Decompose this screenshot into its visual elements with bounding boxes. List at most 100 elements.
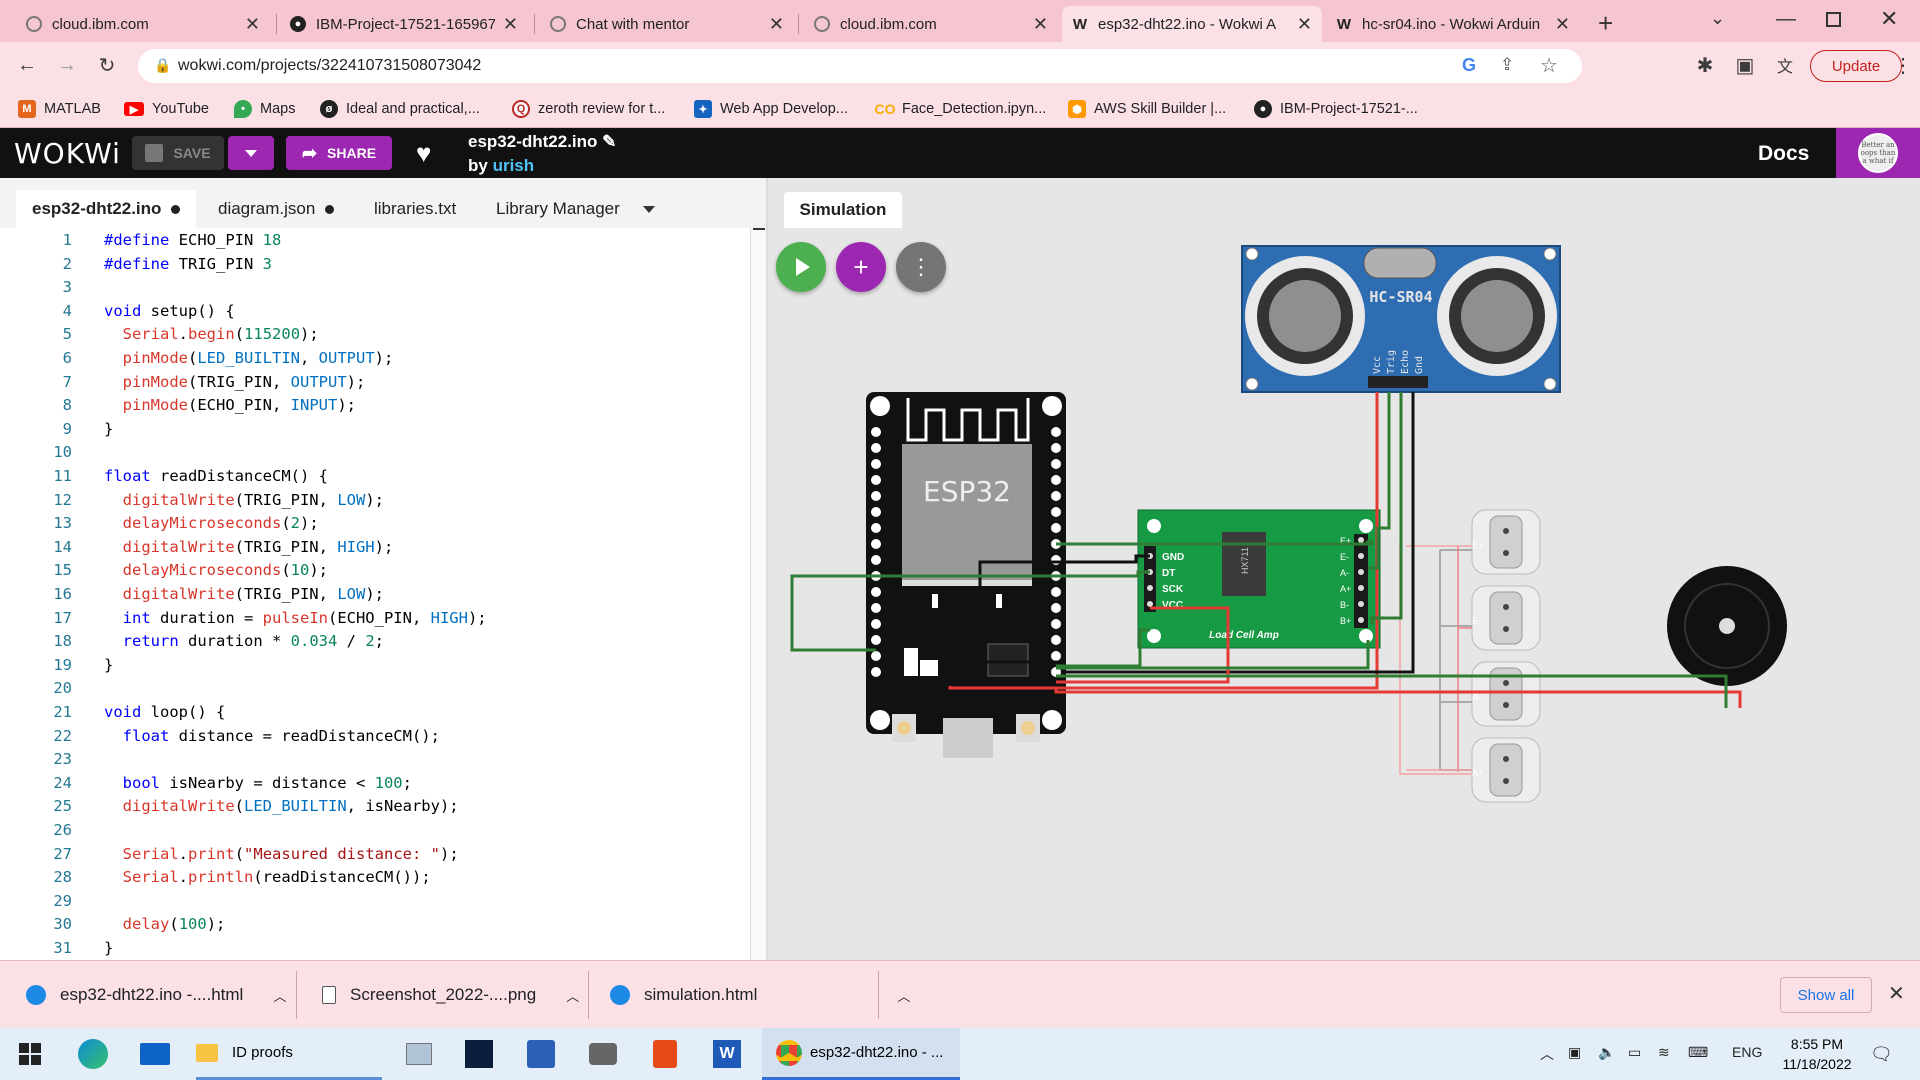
- download-item[interactable]: esp32-dht22.ino -....html ︿: [26, 961, 286, 1029]
- code-line[interactable]: 16 digitalWrite(TRIG_PIN, LOW);: [0, 582, 760, 606]
- chevron-up-icon[interactable]: ︿: [273, 986, 286, 1005]
- clock[interactable]: 8:55 PM 11/18/2022: [1774, 1034, 1860, 1074]
- share-page-icon[interactable]: ⇪: [1500, 55, 1514, 75]
- code-line[interactable]: 10: [0, 440, 760, 464]
- tab-search-chevron-icon[interactable]: ⌄: [1710, 8, 1725, 29]
- code-line[interactable]: 7 pinMode(TRIG_PIN, OUTPUT);: [0, 370, 760, 394]
- pencil-icon[interactable]: ✎: [602, 132, 616, 151]
- taskbar-app-chrome[interactable]: esp32-dht22.ino - ...: [762, 1028, 960, 1080]
- code-line[interactable]: 8 pinMode(ECHO_PIN, INPUT);: [0, 393, 760, 417]
- close-window-button[interactable]: ✕: [1880, 6, 1898, 32]
- show-all-button[interactable]: Show all: [1780, 977, 1872, 1013]
- code-line[interactable]: 14 digitalWrite(TRIG_PIN, HIGH);: [0, 535, 760, 559]
- bookmark-youtube[interactable]: ▶ YouTube: [124, 98, 209, 120]
- code-line[interactable]: 31}: [0, 936, 760, 960]
- code-line[interactable]: 4 void setup() {: [0, 299, 760, 323]
- heart-icon[interactable]: ♥: [416, 138, 431, 169]
- side-panel-icon[interactable]: ▣: [1730, 50, 1760, 80]
- bookmark-quora[interactable]: Qzeroth review for t...: [512, 98, 665, 120]
- new-tab-button[interactable]: +: [1598, 8, 1613, 39]
- close-tab-icon[interactable]: ✕: [1297, 14, 1312, 35]
- code-line[interactable]: 5 Serial.begin(115200);: [0, 322, 760, 346]
- tabs-overflow-caret-icon[interactable]: [643, 206, 655, 213]
- office-icon[interactable]: [642, 1028, 688, 1080]
- forward-arrow-icon[interactable]: →: [52, 50, 82, 80]
- code-editor[interactable]: 1 #define ECHO_PIN 18 2 #define TRIG_PIN 3 3…: [0, 228, 766, 960]
- chevron-up-icon[interactable]: ︿: [566, 986, 579, 1005]
- code-line[interactable]: 21 void loop() {: [0, 700, 760, 724]
- code-line[interactable]: 13 delayMicroseconds(2);: [0, 511, 760, 535]
- browser-tab[interactable]: Chat with mentor ✕: [540, 6, 794, 42]
- battery-icon[interactable]: ▭: [1628, 1044, 1641, 1061]
- camera-icon[interactable]: [580, 1028, 626, 1080]
- word-icon[interactable]: W: [704, 1028, 750, 1080]
- bookmark-matlab[interactable]: M MATLAB: [18, 98, 101, 120]
- save-dropdown-button[interactable]: [228, 136, 274, 170]
- code-line[interactable]: 26: [0, 818, 760, 842]
- browser-tab[interactable]: W hc-sr04.ino - Wokwi Arduin ✕: [1326, 6, 1580, 42]
- code-line[interactable]: 20: [0, 676, 760, 700]
- user-avatar-button[interactable]: Better an oops than a what if: [1836, 128, 1920, 178]
- notifications-icon[interactable]: 🗨: [1870, 1044, 1893, 1065]
- keyboard-icon[interactable]: ⌨: [1688, 1044, 1708, 1061]
- code-line[interactable]: 23: [0, 747, 760, 771]
- volume-icon[interactable]: 🔈: [1598, 1044, 1615, 1061]
- browser-tab-active[interactable]: W esp32-dht22.ino - Wokwi A ✕: [1062, 6, 1322, 42]
- bookmark-ideal[interactable]: ø Ideal and practical,...: [320, 98, 480, 120]
- code-line[interactable]: 2 #define TRIG_PIN 3: [0, 252, 760, 276]
- circuit-canvas[interactable]: HC-SR04 Vcc Trig Echo Gnd E+ E- A- A+ GN…: [768, 178, 1920, 960]
- code-line[interactable]: 17 int duration = pulseIn(ECHO_PIN, HIGH…: [0, 606, 760, 630]
- download-item[interactable]: simulation.html ︿: [610, 961, 910, 1029]
- mail-icon[interactable]: [132, 1028, 178, 1080]
- tab-sketch-file[interactable]: esp32-dht22.ino: [16, 190, 197, 228]
- extensions-icon[interactable]: ✱: [1690, 50, 1720, 80]
- show-hidden-icons-chevron-icon[interactable]: ︿: [1540, 1044, 1554, 1064]
- code-line[interactable]: 6 pinMode(LED_BUILTIN, OUTPUT);: [0, 346, 760, 370]
- bookmark-star-icon[interactable]: ☆: [1540, 53, 1558, 78]
- wifi-icon[interactable]: ≋: [1658, 1044, 1670, 1061]
- bookmark-maps[interactable]: • Maps: [234, 98, 295, 120]
- chevron-up-icon[interactable]: ︿: [897, 986, 910, 1005]
- close-downloads-icon[interactable]: ✕: [1888, 981, 1905, 1006]
- hx711-module[interactable]: GND DT SCK VCC HX711 Load Cell Amp E+ E-…: [1137, 509, 1381, 649]
- tab-diagram-json[interactable]: diagram.json: [202, 190, 350, 228]
- bookmark-webapp[interactable]: ✦ Web App Develop...: [694, 98, 848, 120]
- close-tab-icon[interactable]: ✕: [245, 14, 260, 35]
- load-cells[interactable]: E+ E- A- A+: [1399, 509, 1541, 803]
- code-line[interactable]: 28 Serial.println(readDistanceCM());: [0, 865, 760, 889]
- reload-icon[interactable]: ↻: [92, 50, 122, 80]
- store-icon[interactable]: [518, 1028, 564, 1080]
- code-line[interactable]: 25 digitalWrite(LED_BUILTIN, isNearby);: [0, 794, 760, 818]
- wokwi-logo[interactable]: WOKWi: [14, 137, 121, 170]
- minimize-button[interactable]: —: [1776, 8, 1796, 31]
- back-arrow-icon[interactable]: ←: [12, 50, 42, 80]
- browser-tab[interactable]: cloud.ibm.com ✕: [16, 6, 270, 42]
- code-line[interactable]: 27 Serial.print("Measured distance: ");: [0, 842, 760, 866]
- download-item[interactable]: Screenshot_2022-....png ︿: [322, 961, 579, 1029]
- close-tab-icon[interactable]: ✕: [1033, 14, 1048, 35]
- code-line[interactable]: 9}: [0, 417, 760, 441]
- tab-libraries-txt[interactable]: libraries.txt: [358, 190, 472, 228]
- bookmark-colab[interactable]: CO Face_Detection.ipyn...: [875, 98, 1047, 120]
- more-menu-icon[interactable]: ⋮: [1888, 50, 1918, 80]
- vscode-icon[interactable]: [456, 1028, 502, 1080]
- code-line[interactable]: 18 return duration * 0.034 / 2;: [0, 629, 760, 653]
- editor-scrollbar[interactable]: [750, 228, 766, 960]
- author-link[interactable]: urish: [493, 156, 535, 175]
- windows-start-icon[interactable]: [10, 1028, 50, 1080]
- docs-link[interactable]: Docs: [1758, 142, 1809, 166]
- edge-icon[interactable]: [70, 1028, 116, 1080]
- tab-library-manager[interactable]: Library Manager: [480, 190, 636, 228]
- code-line[interactable]: 1 #define ECHO_PIN 18: [0, 228, 760, 252]
- project-name[interactable]: esp32-dht22.ino ✎: [468, 132, 616, 152]
- hc-sr04-sensor[interactable]: HC-SR04 Vcc Trig Echo Gnd: [1241, 245, 1561, 393]
- taskbar-app-folder[interactable]: ID proofs: [196, 1028, 382, 1080]
- meet-now-icon[interactable]: ▣: [1568, 1044, 1581, 1061]
- buzzer[interactable]: [1667, 566, 1787, 686]
- code-line[interactable]: 15 delayMicroseconds(10);: [0, 558, 760, 582]
- code-line[interactable]: 30 delay(100);: [0, 912, 760, 936]
- code-line[interactable]: 22 float distance = readDistanceCM();: [0, 724, 760, 748]
- google-icon[interactable]: G: [1462, 55, 1476, 76]
- browser-tab[interactable]: ● IBM-Project-17521-165967 ✕: [280, 6, 528, 42]
- close-tab-icon[interactable]: ✕: [503, 14, 518, 35]
